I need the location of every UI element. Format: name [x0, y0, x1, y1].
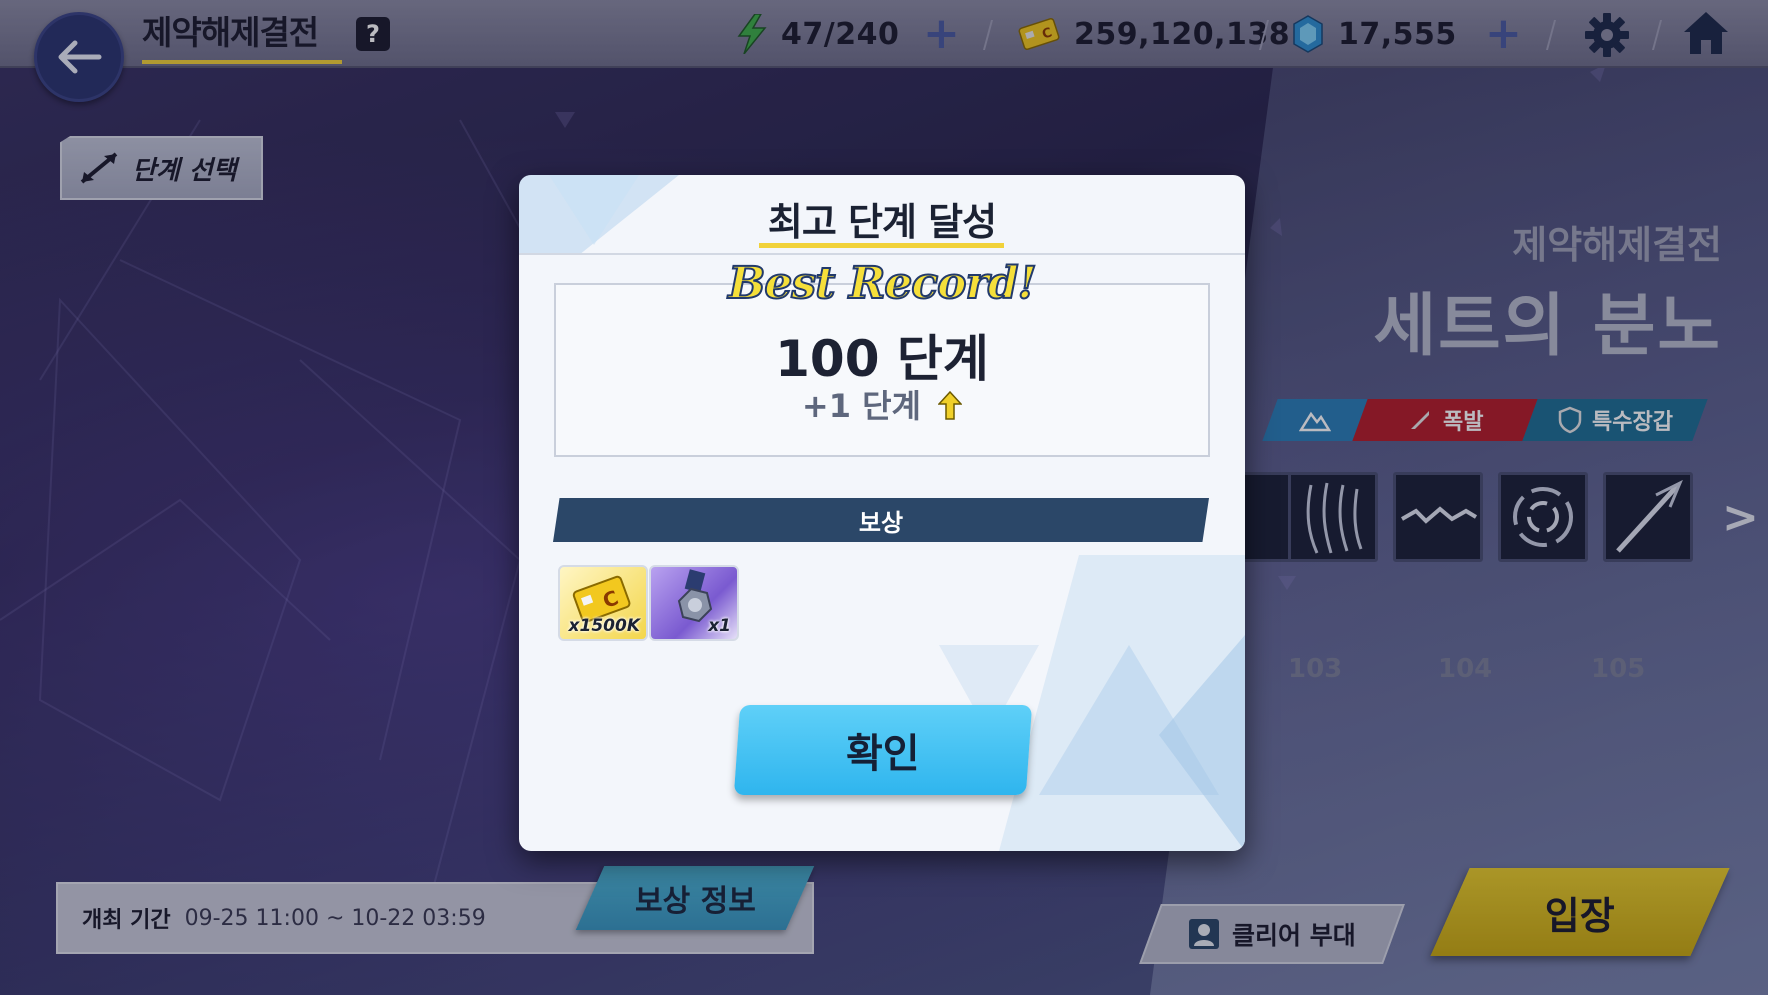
reward-item-credit[interactable]: C x1500K	[558, 565, 648, 641]
reward-header: 보상	[553, 498, 1209, 542]
best-record-banner: Best Record!	[727, 257, 1038, 310]
up-arrow-icon	[937, 390, 963, 420]
best-record-dialog: 최고 단계 달성 Best Record! 100 단계 +1 단계 보상 C …	[519, 175, 1245, 851]
reward-item-medal[interactable]: x1	[649, 565, 739, 641]
record-diff: +1 단계	[519, 381, 1245, 427]
dialog-title-underline	[759, 243, 1004, 248]
reward-qty: x1	[708, 616, 731, 636]
dialog-divider	[519, 253, 1245, 255]
record-diff-text: +1 단계	[801, 387, 921, 425]
reward-header-label: 보상	[858, 508, 904, 537]
reward-qty: x1500K	[568, 616, 640, 636]
confirm-button[interactable]: 확인	[733, 705, 1033, 795]
confirm-label: 확인	[846, 731, 920, 777]
dialog-title: 최고 단계 달성	[767, 200, 997, 244]
